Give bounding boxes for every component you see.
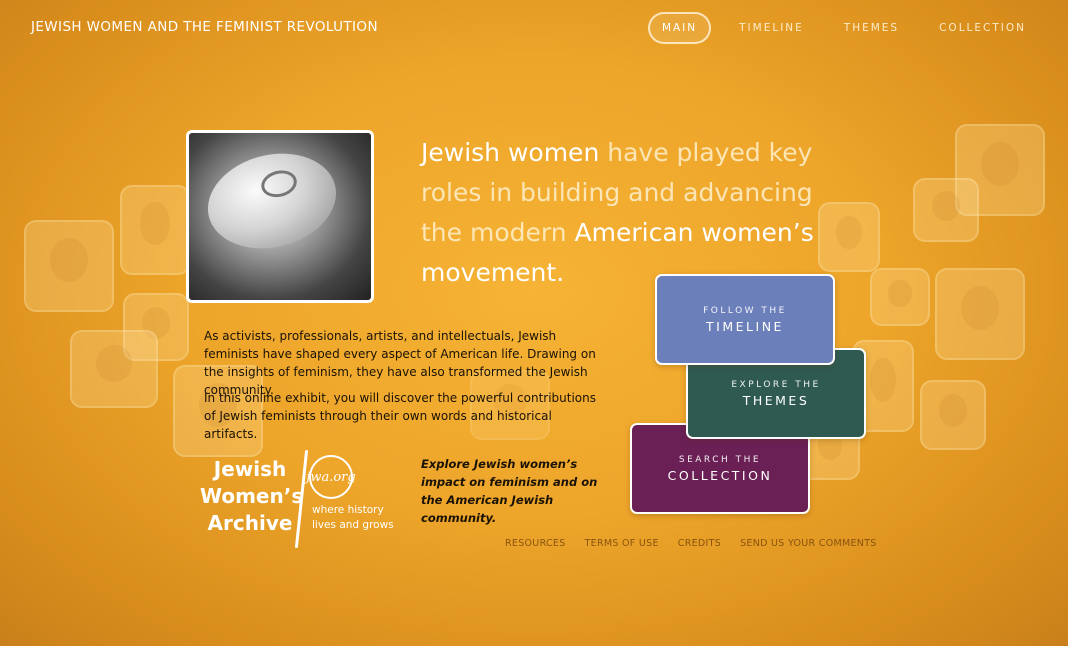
footer-terms-link[interactable]: TERMS OF USE: [585, 538, 659, 549]
nav-collection[interactable]: COLLECTION: [927, 14, 1038, 42]
artifact-photo: [186, 130, 374, 303]
artifact-image: [197, 140, 347, 262]
footer-credits-link[interactable]: CREDITS: [678, 538, 721, 549]
jwa-logo[interactable]: Jewish Women’s Archive jwa.org where his…: [200, 448, 395, 552]
background-portrait-tile: [870, 268, 930, 326]
nav-timeline[interactable]: TIMELINE: [727, 14, 816, 42]
main-nav: MAIN TIMELINE THEMES COLLECTION: [647, 12, 1038, 44]
headline-highlight-1: Jewish women: [421, 138, 600, 167]
card-title: COLLECTION: [667, 467, 773, 483]
headline: Jewish women have played key roles in bu…: [421, 133, 831, 293]
background-portrait-tile: [24, 220, 114, 312]
logo-name: Jewish Women’s Archive: [200, 457, 304, 535]
card-title: TIMELINE: [706, 318, 784, 334]
background-portrait-tile: [120, 185, 190, 275]
background-portrait-tile: [935, 268, 1025, 360]
footer-comments-link[interactable]: SEND US YOUR COMMENTS: [740, 538, 877, 549]
explore-callout: Explore Jewish women’s impact on feminis…: [421, 457, 598, 525]
logo-circle: jwa.org: [306, 455, 356, 499]
logo-tagline: where history lives and grows: [312, 504, 394, 531]
nav-main[interactable]: MAIN: [647, 12, 712, 44]
background-portrait-tile: [920, 380, 986, 450]
nav-themes[interactable]: THEMES: [832, 14, 911, 42]
background-portrait-tile: [913, 178, 979, 242]
card-subtitle: EXPLORE THE: [731, 379, 821, 390]
card-subtitle: FOLLOW THE: [703, 305, 787, 316]
follow-timeline-card[interactable]: FOLLOW THE TIMELINE: [655, 274, 835, 365]
footer-links: RESOURCES TERMS OF USE CREDITS SEND US Y…: [505, 538, 896, 549]
intro-paragraph-2: In this online exhibit, you will discove…: [204, 391, 597, 441]
background-portrait-tile: [70, 330, 158, 408]
card-title: THEMES: [742, 392, 810, 408]
card-subtitle: SEARCH THE: [678, 454, 762, 465]
footer-resources-link[interactable]: RESOURCES: [505, 538, 566, 549]
site-title[interactable]: JEWISH WOMEN AND THE FEMINIST REVOLUTION: [31, 19, 378, 35]
